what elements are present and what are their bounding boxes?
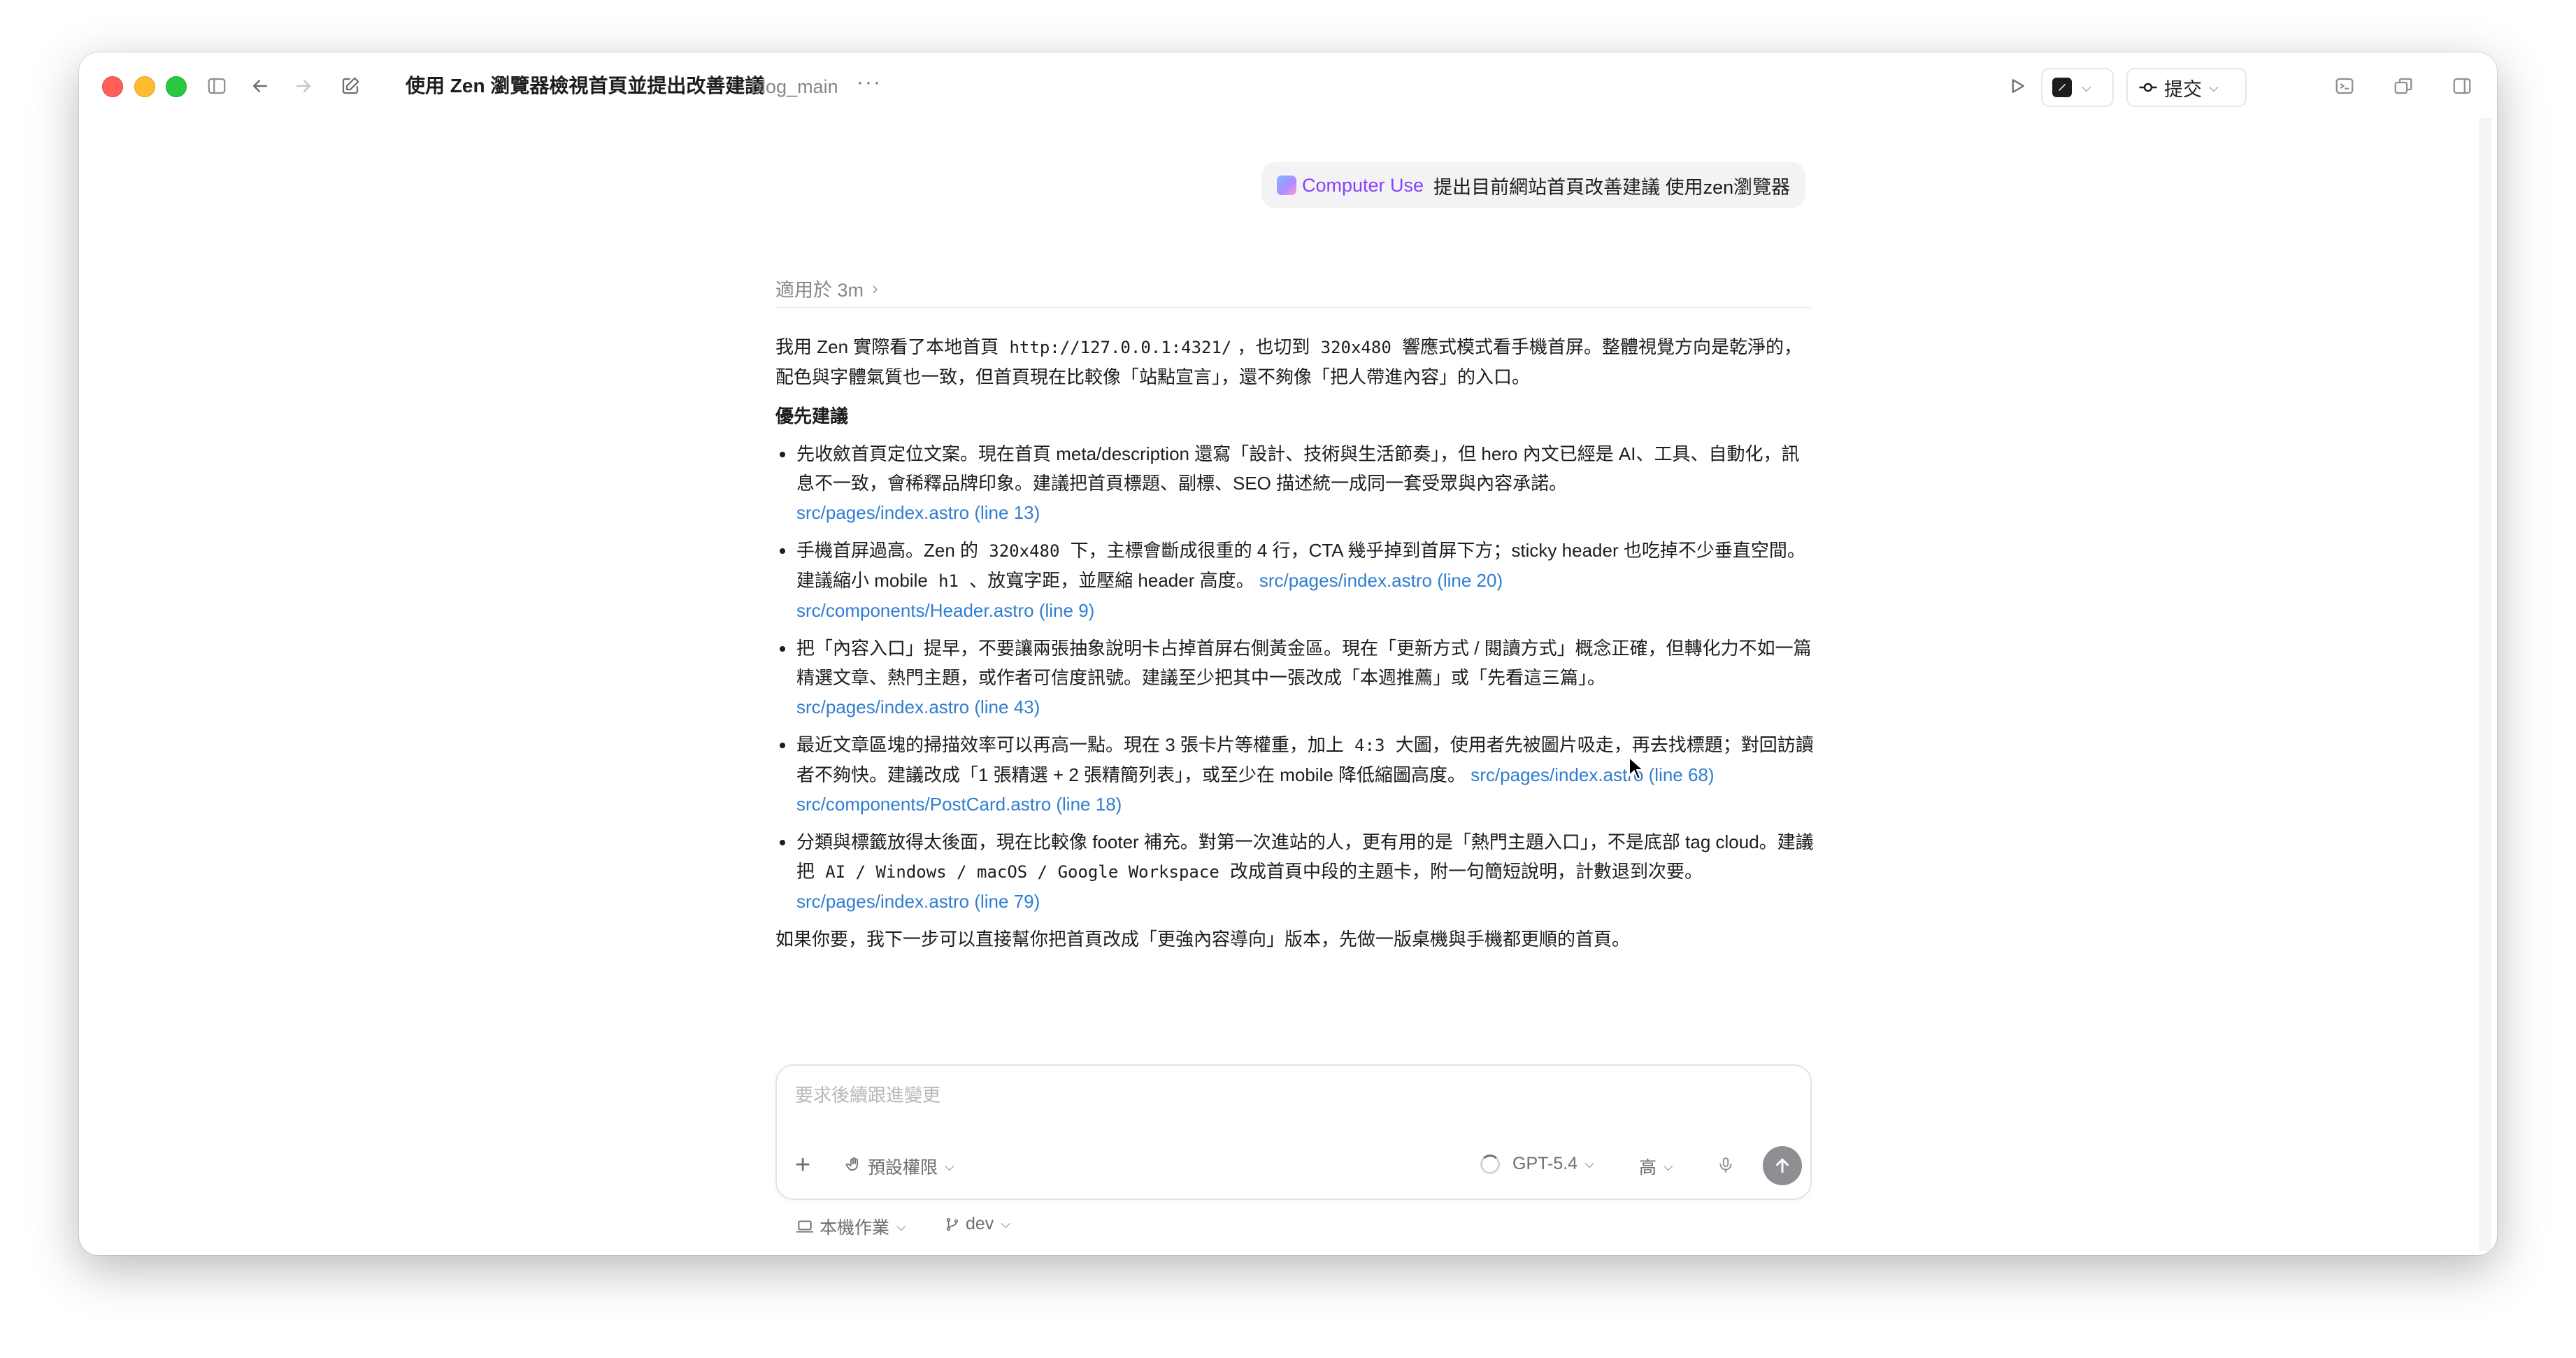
forward-arrow-icon[interactable] [291, 73, 316, 99]
chevron-down-icon: ⌵ [2082, 80, 2091, 94]
add-attachment-button[interactable]: + [795, 1151, 810, 1179]
suggestion-text: 把「內容入口」提早，不要讓兩張抽象說明卡占掉首屏右側黃金區。現在「更新方式 / … [796, 638, 1812, 688]
microphone-icon[interactable] [1714, 1151, 1738, 1179]
commit-label: 提交 [2164, 78, 2202, 100]
computer-use-icon [1277, 176, 1296, 195]
list-item: 先收斂首頁定位文案。現在首頁 meta/description 還寫「設計、技術… [775, 439, 1817, 527]
message-composer[interactable]: 要求後續跟進變更 + 預設權限 ⌵ GPT-5.4 ⌵ 高 ⌵ [775, 1064, 1812, 1200]
branch-label: dev [966, 1214, 994, 1234]
computer-use-tag[interactable]: Computer Use [1277, 175, 1424, 196]
chevron-down-icon: ⌵ [1001, 1217, 1010, 1231]
suggestion-list: 先收斂首頁定位文案。現在首頁 meta/description 還寫「設計、技術… [775, 439, 1817, 916]
laptop-icon [796, 1220, 813, 1233]
chevron-down-icon: ⌵ [896, 1219, 906, 1234]
user-message-text: 提出目前網站首頁改善建議 使用zen瀏覽器 [1433, 176, 1791, 198]
mouse-cursor-icon [1628, 755, 1646, 785]
assistant-reply: 我用 Zen 實際看了本地首頁 http://127.0.0.1:4321/ ，也… [775, 332, 1817, 954]
intro-text: 我用 Zen 實際看了本地首頁 [775, 336, 999, 357]
windows-copy-icon[interactable] [2391, 73, 2416, 99]
inline-code: 320x480 [989, 541, 1060, 561]
list-item: 把「內容入口」提早，不要讓兩張抽象說明卡占掉首屏右側黃金區。現在「更新方式 / … [775, 634, 1817, 722]
model-label: GPT-5.4 [1512, 1154, 1578, 1173]
thread-title: 使用 Zen 瀏覽器檢視首頁並提出改善建議 [406, 75, 765, 97]
loading-spinner-icon [1480, 1154, 1500, 1174]
suggestion-text: 手機首屏過高。Zen 的 [796, 540, 979, 561]
suggestion-text: 改成首頁中段的主題卡，附一句簡短說明，計數退到次要。 [1230, 861, 1703, 882]
zoom-window-button[interactable] [166, 76, 187, 97]
run-duration-toggle[interactable]: 適用於 3m › [775, 275, 878, 302]
new-chat-compose-icon[interactable] [338, 73, 363, 99]
model-selector[interactable]: GPT-5.4 ⌵ [1480, 1154, 1594, 1174]
terminal-icon[interactable] [2332, 73, 2357, 99]
more-options-button[interactable]: ··· [857, 71, 882, 94]
reasoning-level-label: 高 [1639, 1158, 1657, 1178]
inline-code: AI / Windows / macOS / Google Workspace [825, 862, 1219, 882]
workspace-label: 本機作業 [820, 1218, 890, 1238]
git-branch-icon [946, 1217, 959, 1231]
inline-code: 320x480 [1320, 338, 1391, 357]
suggestion-text: 、放寬字距，並壓縮 header 高度。 [969, 570, 1254, 591]
reasoning-level-selector[interactable]: 高 ⌵ [1639, 1154, 1673, 1179]
project-name: blog_main [751, 76, 838, 97]
chevron-down-icon: ⌵ [2209, 80, 2219, 94]
list-item: 手機首屏過高。Zen 的 320x480 下，主標會斷成很重的 4 行，CTA … [775, 536, 1817, 625]
scrollbar[interactable] [2479, 118, 2491, 1251]
close-window-button[interactable] [102, 76, 123, 97]
run-duration-label: 適用於 3m [775, 280, 864, 301]
chevron-down-icon: ⌵ [1584, 1157, 1594, 1171]
inline-code: 4:3 [1354, 736, 1385, 755]
right-panel-toggle-icon[interactable] [2449, 73, 2475, 99]
divider [775, 307, 1810, 308]
inline-code: http://127.0.0.1:4321/ [1009, 338, 1232, 357]
workspace-selector[interactable]: 本機作業 ⌵ [796, 1214, 906, 1239]
composer-input[interactable]: 要求後續跟進變更 [795, 1081, 940, 1107]
section-title: 優先建議 [775, 406, 849, 427]
computer-use-label: Computer Use [1302, 174, 1424, 196]
file-link[interactable]: src/components/PostCard.astro (line 18) [796, 794, 1122, 815]
chevron-down-icon: ⌵ [1663, 1159, 1673, 1173]
user-message-bubble: Computer Use 提出目前網站首頁改善建議 使用zen瀏覽器 [1261, 162, 1806, 208]
back-arrow-icon[interactable] [248, 73, 273, 99]
editor-selector-button[interactable]: ⌵ [2041, 68, 2114, 107]
suggestion-text: 先收斂首頁定位文案。現在首頁 meta/description 還寫「設計、技術… [796, 443, 1800, 494]
chevron-right-icon: › [872, 278, 878, 299]
file-link[interactable]: src/pages/index.astro (line 43) [796, 696, 1040, 717]
sidebar-toggle-icon[interactable] [204, 73, 229, 99]
commit-icon [2139, 83, 2157, 92]
arrow-up-icon [1776, 1158, 1789, 1173]
permissions-selector[interactable]: 預設權限 ⌵ [845, 1154, 954, 1179]
reply-intro: 我用 Zen 實際看了本地首頁 http://127.0.0.1:4321/ ，也… [775, 332, 1817, 392]
inline-code: h1 [938, 571, 959, 591]
file-link[interactable]: src/components/Header.astro (line 9) [796, 600, 1094, 621]
send-button[interactable] [1763, 1146, 1802, 1185]
permissions-label: 預設權限 [868, 1158, 938, 1178]
branch-selector[interactable]: dev ⌵ [945, 1214, 1010, 1234]
minimize-window-button[interactable] [134, 76, 155, 97]
title-bar: 使用 Zen 瀏覽器檢視首頁並提出改善建議 blog_main ··· ⌵ 提交… [79, 52, 2497, 118]
suggestion-text: 最近文章區塊的掃描效率可以再高一點。現在 3 張卡片等權重，加上 [796, 734, 1344, 755]
file-link[interactable]: src/pages/index.astro (line 68) [1471, 764, 1714, 785]
file-link[interactable]: src/pages/index.astro (line 20) [1259, 570, 1503, 591]
file-link[interactable]: src/pages/index.astro (line 79) [796, 891, 1040, 912]
list-item: 最近文章區塊的掃描效率可以再高一點。現在 3 張卡片等權重，加上 4:3 大圖，… [775, 730, 1817, 819]
editor-app-icon [2052, 78, 2072, 97]
list-item: 分類與標籤放得太後面，現在比較像 footer 補充。對第一次進站的人，更有用的… [775, 827, 1817, 916]
intro-text: ，也切到 [1237, 336, 1310, 357]
commit-button[interactable]: 提交 ⌵ [2126, 68, 2247, 107]
file-link[interactable]: src/pages/index.astro (line 13) [796, 502, 1040, 523]
run-play-icon[interactable] [2005, 73, 2030, 99]
hand-icon [845, 1156, 862, 1178]
reply-closing: 如果你要，我下一步可以直接幫你把首頁改成「更強內容導向」版本，先做一版桌機與手機… [775, 929, 1631, 950]
app-window: 使用 Zen 瀏覽器檢視首頁並提出改善建議 blog_main ··· ⌵ 提交… [79, 52, 2497, 1255]
chevron-down-icon: ⌵ [945, 1159, 954, 1173]
